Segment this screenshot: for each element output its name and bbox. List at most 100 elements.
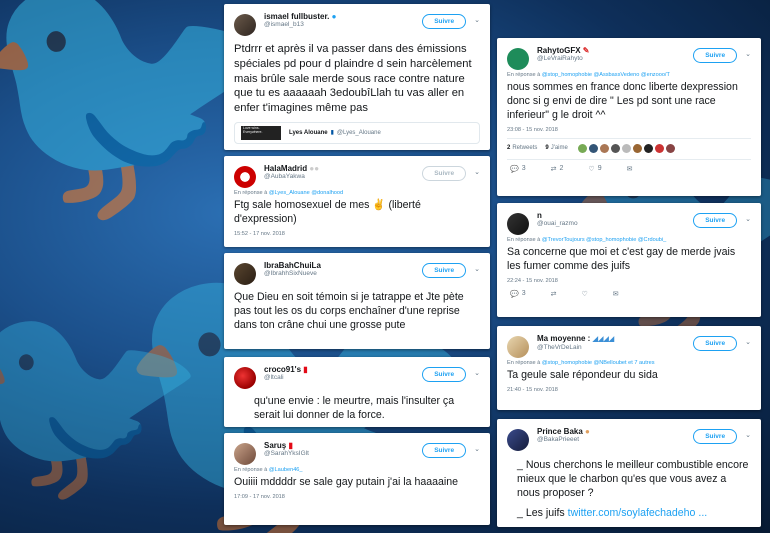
tweet-card: Saruş ▮ @SarahYksIGlt Suivre ⌄ En répons…: [224, 433, 490, 525]
handle[interactable]: @TheVrDeLain: [537, 344, 693, 351]
handle[interactable]: @IbrahhSixNueve: [264, 270, 422, 277]
like-button[interactable]: ♡ 9: [585, 165, 601, 173]
tweet-card: Ma moyenne : ◢◢◢◢ @TheVrDeLain Suivre ⌄ …: [497, 326, 761, 410]
dm-button[interactable]: ✉: [624, 165, 633, 173]
face-emoji-icon: ●: [585, 427, 590, 436]
display-name[interactable]: Ma moyenne : ◢◢◢◢: [537, 334, 693, 344]
display-name[interactable]: n: [537, 211, 693, 220]
chevron-down-icon[interactable]: ⌄: [745, 338, 751, 346]
envelope-icon: ✉: [612, 290, 619, 298]
display-name[interactable]: ismael fullbuster. ●: [264, 12, 422, 21]
quoted-tweet[interactable]: Love wins. Everywhere. Lyes Alouane ▮ @L…: [234, 121, 480, 144]
arrow-emoji-icon: ◢◢◢◢: [592, 336, 615, 343]
handle[interactable]: @ouai_razmo: [537, 220, 693, 227]
timestamp[interactable]: 21:40 - 15 nov. 2018: [507, 387, 751, 393]
tweet-card: croco91's ▮ @ltcali Suivre ⌄ qu'une envi…: [224, 357, 490, 427]
twitter-bird-bg-icon: 🐦: [0, 283, 210, 516]
reply-icon: 💬: [510, 165, 519, 173]
reply-to-link[interactable]: @Lyes_Alouane @donalhood: [269, 190, 343, 196]
flag-icon: ▮: [303, 365, 308, 374]
reply-to-link[interactable]: @Lauben46_: [269, 467, 303, 473]
avatar[interactable]: [234, 14, 256, 36]
display-name[interactable]: croco91's ▮: [264, 365, 422, 374]
avatar[interactable]: [234, 166, 256, 188]
like-button[interactable]: ♡: [579, 290, 588, 298]
timestamp[interactable]: 15:52 - 17 nov. 2018: [234, 231, 480, 237]
reply-context: En réponse à @stop_homophobie @AssbassVe…: [507, 72, 670, 78]
reply-button[interactable]: 💬 3: [507, 165, 526, 173]
follow-button[interactable]: Suivre: [422, 263, 467, 278]
chevron-down-icon[interactable]: ⌄: [474, 16, 480, 24]
avatar[interactable]: [507, 213, 529, 235]
avatar[interactable]: [507, 336, 529, 358]
quoted-thumbnail: Love wins. Everywhere.: [241, 125, 281, 140]
retweet-button[interactable]: ⇄: [548, 290, 557, 298]
chevron-down-icon[interactable]: ⌄: [745, 431, 751, 439]
tweet-text: _ Nous cherchons le meilleur combustible…: [517, 459, 749, 499]
tweet-text: Que Dieu en soit témoin si je tatrappe e…: [234, 291, 464, 331]
timestamp[interactable]: 22:24 - 15 nov. 2018: [507, 278, 751, 284]
reply-button[interactable]: 💬 3: [507, 290, 526, 298]
engagement-stats: 2 Retweets 9 J'aime: [507, 137, 751, 153]
display-name[interactable]: RahytoGFX ✎: [537, 46, 693, 55]
handle[interactable]: @ltcali: [264, 374, 422, 381]
chevron-down-icon[interactable]: ⌄: [474, 369, 480, 377]
likes-label[interactable]: J'aime: [551, 145, 568, 151]
handle[interactable]: @LeVraiRahyto: [537, 55, 693, 62]
reply-to-link[interactable]: @stop_homophobie @AssbassVedeno @enzooo/…: [542, 72, 670, 78]
chevron-down-icon[interactable]: ⌄: [745, 215, 751, 223]
display-name[interactable]: IbraBahChuiLa: [264, 261, 422, 270]
timestamp[interactable]: 17:09 - 17 nov. 2018: [234, 494, 480, 500]
retweets-count: 2: [507, 145, 511, 152]
follow-button[interactable]: Suivre: [422, 367, 467, 382]
chevron-down-icon[interactable]: ⌄: [474, 168, 480, 176]
display-name[interactable]: HalaMadrid ●●: [264, 164, 422, 173]
follow-button[interactable]: Suivre: [693, 429, 738, 444]
handle[interactable]: @ismael_b13: [264, 21, 422, 28]
avatar[interactable]: [507, 48, 529, 70]
follow-button[interactable]: Suivre: [422, 14, 467, 29]
handle[interactable]: @BakaPrieeet: [537, 436, 693, 443]
follow-button[interactable]: Suivre: [693, 336, 738, 351]
handle[interactable]: @SarahYksIGlt: [264, 450, 422, 457]
tweet-text: nous sommes en france donc liberte dexpr…: [507, 81, 738, 121]
tweet-link[interactable]: twitter.com/soylafechadeho ...: [568, 507, 708, 519]
avatar[interactable]: [234, 263, 256, 285]
chevron-down-icon[interactable]: ⌄: [745, 50, 751, 58]
handle[interactable]: @AubaYakwa: [264, 173, 422, 180]
follow-button[interactable]: Suivre: [693, 213, 738, 228]
reply-context: En réponse à @Lauben46_: [234, 467, 303, 473]
reply-to-link[interactable]: @stop_homophobie @NBelloubet et 7 autres: [542, 360, 655, 366]
avatar[interactable]: [234, 443, 256, 465]
reply-to-link[interactable]: @TrevorToujours @stop_homophobie @Crdoub…: [542, 237, 666, 243]
dm-button[interactable]: ✉: [610, 290, 619, 298]
reply-icon: 💬: [510, 290, 519, 298]
chevron-down-icon[interactable]: ⌄: [474, 265, 480, 273]
follow-button[interactable]: Suivre: [693, 48, 738, 63]
tweet-actions: 💬 3 ⇄ 2 ♡ 9 ✉: [507, 158, 751, 173]
avatar[interactable]: [507, 429, 529, 451]
display-name[interactable]: Saruş ▮: [264, 441, 422, 450]
heart-icon: ♡: [588, 165, 595, 173]
tweet-text: qu'une envie : le meurtre, mais l'insult…: [254, 395, 455, 421]
display-name[interactable]: Prince Baka ●: [537, 427, 693, 436]
follow-button[interactable]: Suivre: [422, 166, 467, 181]
tweet-card: Prince Baka ● @BakaPrieeet Suivre ⌄ _ No…: [497, 419, 761, 527]
quoted-name: Lyes Alouane: [289, 129, 328, 136]
tweet-text: Sa concerne que moi et c'est gay de merd…: [507, 246, 736, 272]
heart-icon: ♡: [581, 290, 588, 298]
avatar[interactable]: [234, 367, 256, 389]
retweets-label[interactable]: Retweets: [512, 145, 537, 151]
reply-context: En réponse à @Lyes_Alouane @donalhood: [234, 190, 344, 196]
tweet-actions: 💬 3 ⇄ ♡ ✉: [507, 288, 751, 298]
tweet-text: Ta geule sale répondeur du sida: [507, 369, 658, 381]
tweet-text: Ptdrrr et après il va passer dans des ém…: [234, 43, 472, 115]
tweet-card: ismael fullbuster. ● @ismael_b13 Suivre …: [224, 4, 490, 150]
liker-avatars[interactable]: [577, 143, 677, 153]
retweet-button[interactable]: ⇄ 2: [548, 165, 564, 173]
tweet-text: Ftg sale homosexuel de mes ✌ (liberté d'…: [234, 199, 421, 225]
chevron-down-icon[interactable]: ⌄: [474, 445, 480, 453]
reply-context: En réponse à @TrevorToujours @stop_homop…: [507, 237, 667, 243]
follow-button[interactable]: Suivre: [422, 443, 467, 458]
timestamp[interactable]: 23:08 - 15 nov. 2018: [507, 127, 751, 133]
